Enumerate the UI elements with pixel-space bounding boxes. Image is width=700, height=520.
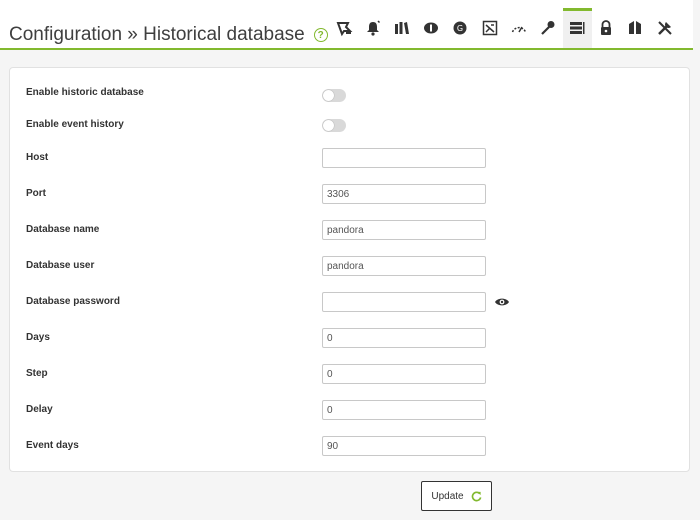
authentication-key-icon	[541, 21, 555, 35]
tab-authentication[interactable]	[533, 8, 562, 48]
delay-input[interactable]	[322, 400, 486, 420]
host-label: Host	[26, 152, 49, 163]
tab-general-setup[interactable]	[329, 8, 358, 48]
delay-label: Delay	[26, 404, 53, 415]
svg-text:G: G	[457, 24, 463, 33]
tab-password[interactable]	[417, 8, 446, 48]
alert-bell-icon	[366, 20, 380, 36]
setup-tools-icon	[657, 21, 672, 35]
tab-security[interactable]	[592, 8, 621, 48]
enable-historic-db-row: Enable historic database	[10, 87, 689, 107]
update-button[interactable]: Update	[421, 481, 492, 511]
tab-performance[interactable]	[504, 8, 533, 48]
tab-alerts[interactable]	[358, 8, 387, 48]
historical-database-icon	[570, 22, 585, 34]
external-tools-icon: G	[453, 21, 467, 35]
event-days-input[interactable]	[322, 436, 486, 456]
db-password-input[interactable]	[322, 292, 486, 312]
password-icon	[424, 22, 439, 34]
step-input[interactable]	[322, 364, 486, 384]
tab-historical-database[interactable]	[562, 8, 592, 48]
db-password-label: Database password	[26, 296, 120, 307]
historical-db-form: Enable historic database Enable event hi…	[9, 67, 690, 472]
refresh-icon	[471, 491, 482, 501]
db-password-row: Database password	[10, 292, 689, 312]
port-label: Port	[26, 188, 46, 199]
tab-visual-styles[interactable]	[621, 8, 650, 48]
db-user-input[interactable]	[322, 256, 486, 276]
step-row: Step	[10, 364, 689, 384]
db-user-row: Database user	[10, 256, 689, 276]
enterprise-icon	[394, 22, 409, 34]
port-input[interactable]	[322, 184, 486, 204]
enable-event-history-toggle[interactable]	[322, 119, 346, 132]
db-user-label: Database user	[26, 260, 95, 271]
visual-styles-icon	[629, 21, 642, 34]
days-row: Days	[10, 328, 689, 348]
host-input[interactable]	[322, 148, 486, 168]
days-label: Days	[26, 332, 50, 343]
page-title-wrap: Configuration » Historical database ?	[9, 24, 328, 46]
performance-gauge-icon	[511, 26, 526, 33]
host-row: Host	[10, 148, 689, 168]
general-setup-icon	[336, 22, 353, 37]
event-days-label: Event days	[26, 440, 79, 451]
enable-historic-db-toggle[interactable]	[322, 89, 346, 102]
tab-enterprise[interactable]	[387, 8, 416, 48]
port-row: Port	[10, 184, 689, 204]
db-name-input[interactable]	[322, 220, 486, 240]
eye-icon[interactable]	[494, 296, 510, 308]
enable-historic-db-label: Enable historic database	[26, 87, 144, 98]
enable-event-history-label: Enable event history	[26, 119, 124, 130]
security-lock-icon	[601, 20, 612, 35]
help-icon[interactable]: ?	[313, 28, 328, 42]
page-header: Configuration » Historical database ? G	[0, 0, 693, 50]
page-title: Configuration » Historical database	[9, 24, 305, 45]
step-label: Step	[26, 368, 48, 379]
setup-tabs: G	[329, 8, 679, 48]
db-name-label: Database name	[26, 224, 100, 235]
event-days-row: Event days	[10, 436, 689, 456]
tab-setup-tools[interactable]	[650, 8, 679, 48]
db-name-row: Database name	[10, 220, 689, 240]
tab-external-tools[interactable]: G	[446, 8, 475, 48]
enable-event-history-row: Enable event history	[10, 119, 689, 139]
tab-log-collector[interactable]	[475, 8, 504, 48]
days-input[interactable]	[322, 328, 486, 348]
delay-row: Delay	[10, 400, 689, 420]
log-collector-icon	[482, 20, 497, 36]
update-button-label: Update	[431, 490, 464, 502]
